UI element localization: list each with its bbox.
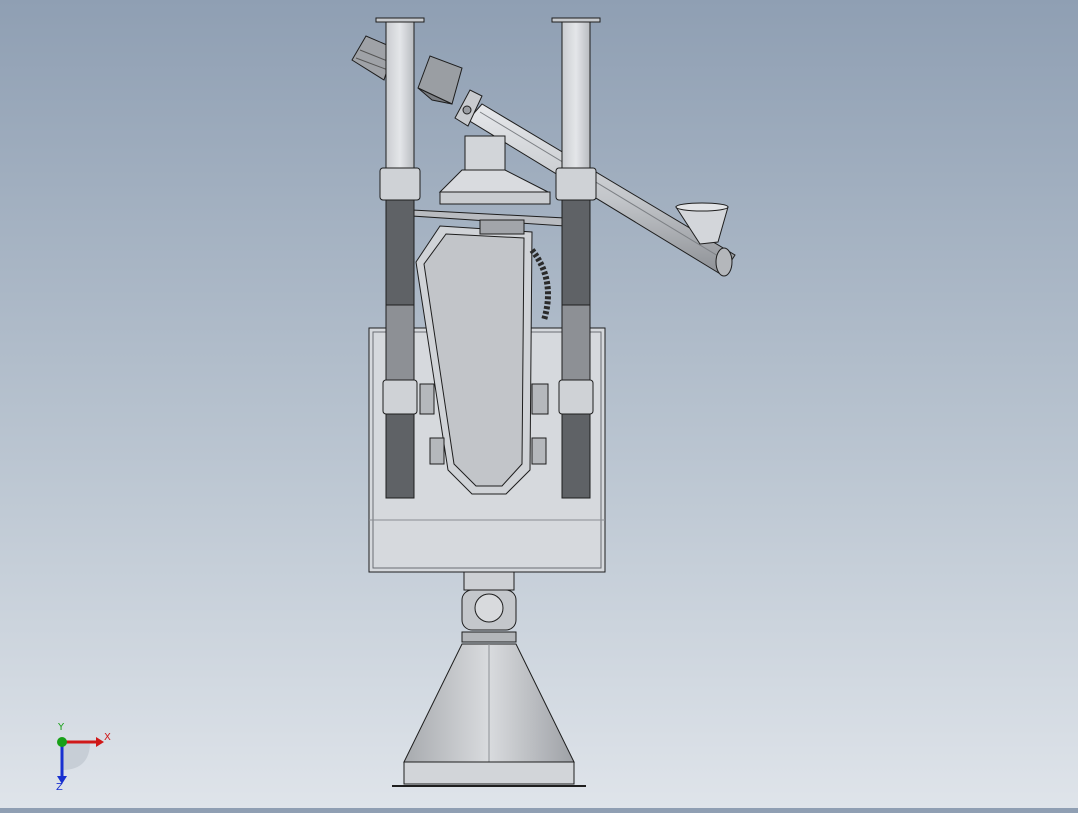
x-axis-label: X <box>104 732 111 743</box>
x-axis-head <box>96 737 104 747</box>
model-drawing[interactable] <box>0 0 1078 808</box>
bottom-hopper[interactable] <box>392 643 586 787</box>
triad-shadow <box>62 742 90 770</box>
graphics-viewport[interactable] <box>0 0 1078 808</box>
y-axis-dot <box>57 737 67 747</box>
coordinate-triad: X Y Z <box>44 722 124 796</box>
machine-assembly <box>351 17 736 787</box>
z-axis-label: Z <box>56 782 63 793</box>
y-axis-label: Y <box>58 722 65 733</box>
discharge-valve[interactable] <box>461 571 517 643</box>
